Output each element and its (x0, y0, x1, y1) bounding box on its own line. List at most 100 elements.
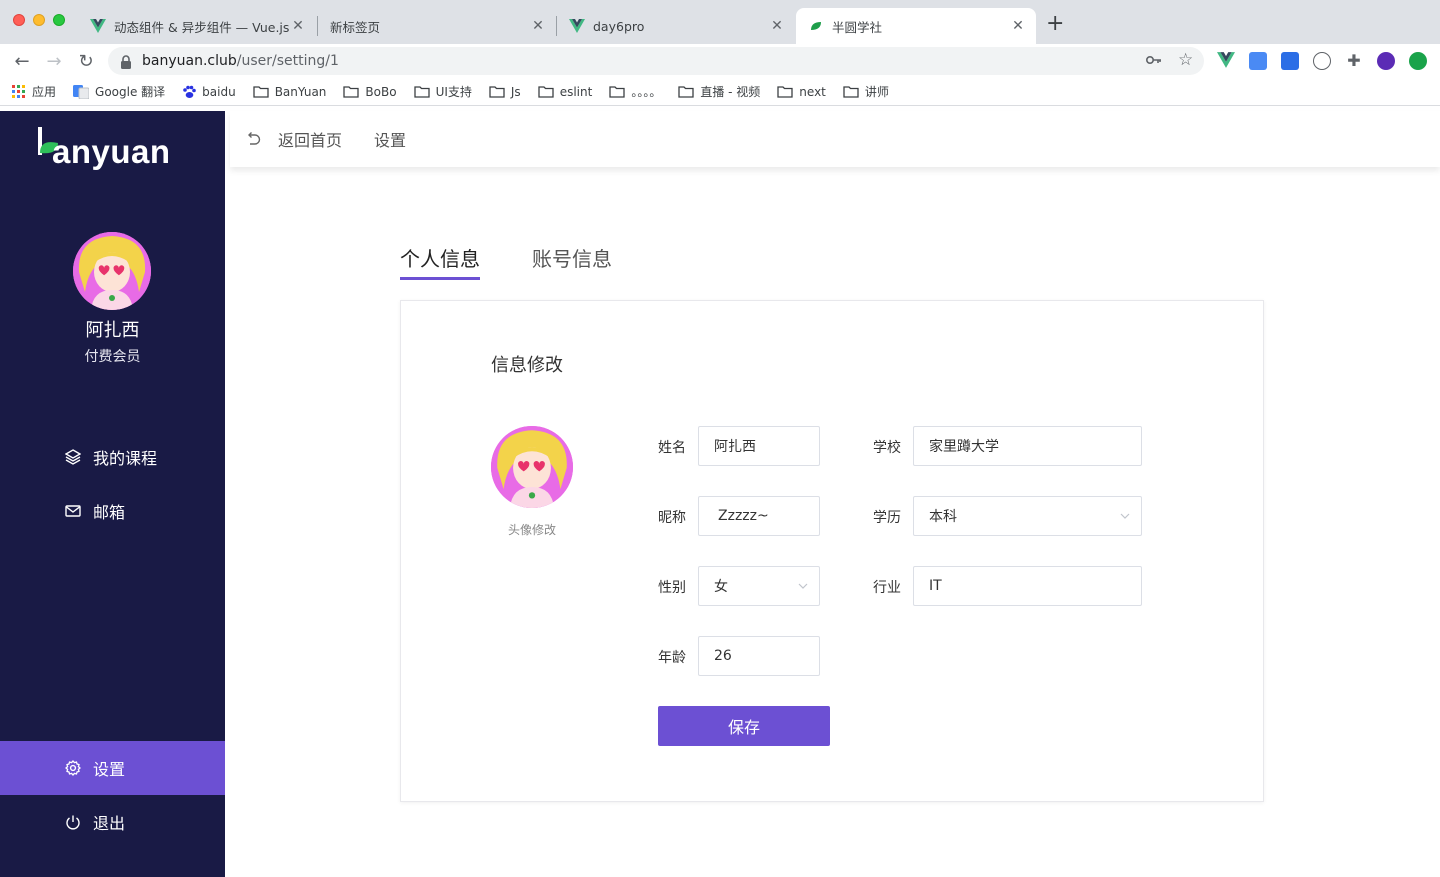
close-icon[interactable]: ✕ (290, 18, 306, 34)
profile-avatar-icon[interactable] (1377, 52, 1395, 70)
baidu-paw-icon (182, 85, 196, 99)
bookmark-label: 讲师 (864, 85, 889, 99)
browser-tab-day6pro[interactable]: day6pro ✕ (557, 8, 795, 44)
age-input[interactable]: 26 (698, 636, 820, 676)
save-button[interactable]: 保存 (658, 706, 830, 746)
bookmark-label: Google 翻译 (95, 85, 166, 99)
folder-icon (413, 85, 430, 98)
school-label: 学校 (873, 440, 901, 456)
education-select[interactable]: 本科 (913, 496, 1142, 536)
puzzle-extensions-icon[interactable]: ✚ (1345, 52, 1363, 70)
settings-tabs: 个人信息 账号信息 (400, 243, 664, 280)
vue-devtools-icon[interactable] (1217, 52, 1235, 70)
bookmark-folder[interactable]: eslint (538, 85, 592, 99)
bookmark-apps[interactable]: 应用 (12, 83, 56, 100)
sidebar-item-my-courses[interactable]: 我的课程 (0, 430, 225, 484)
browser-tab-banyuan[interactable]: 半圆学社 ✕ (796, 8, 1036, 44)
bookmark-folder[interactable]: next (777, 85, 826, 99)
folder-icon (343, 85, 360, 98)
bookmark-folder[interactable]: 。。。。 (609, 83, 661, 100)
logo-text: anyuan (52, 133, 171, 170)
bookmark-label: next (799, 84, 826, 99)
layers-icon (65, 449, 81, 465)
forward-arrow-icon[interactable]: → (42, 49, 66, 73)
page-topbar: 返回首页 设置 (230, 111, 1440, 167)
code-extension-icon[interactable] (1313, 52, 1331, 70)
bookmark-folder[interactable]: UI支持 (413, 83, 472, 100)
name-label: 姓名 (658, 440, 686, 456)
avatar[interactable] (73, 232, 151, 310)
back-home-link[interactable]: 返回首页 (278, 127, 342, 151)
folder-icon (538, 85, 554, 98)
industry-value: IT (929, 578, 942, 594)
bookmark-google-translate[interactable]: Google 翻译 (73, 83, 165, 100)
industry-label: 行业 (873, 580, 901, 596)
bookmark-baidu[interactable]: baidu (182, 85, 236, 99)
sidebar-item-label: 设置 (93, 760, 126, 779)
school-input[interactable]: 家里蹲大学 (913, 426, 1142, 466)
bookmark-folder[interactable]: BoBo (343, 84, 397, 99)
google-translate-icon (73, 84, 90, 99)
browser-tab-vue-docs[interactable]: 动态组件 & 异步组件 — Vue.js ✕ (78, 8, 316, 44)
url-text: banyuan.club/user/setting/1 (142, 53, 339, 69)
close-icon[interactable]: ✕ (530, 18, 546, 34)
vue-icon (569, 18, 585, 34)
nickname-input[interactable]: Zzzzz~ (698, 496, 820, 536)
name-input[interactable]: 阿扎西 (698, 426, 820, 466)
bookmark-folder[interactable]: 讲师 (843, 83, 889, 100)
banyuan-logo[interactable]: anyuan (38, 125, 198, 173)
nickname-label: 昵称 (658, 510, 686, 526)
browser-tab-new-tab[interactable]: 新标签页 ✕ (318, 8, 556, 44)
window-minimize-button[interactable] (33, 14, 45, 26)
gender-select[interactable]: 女 (698, 566, 820, 606)
close-icon[interactable]: ✕ (769, 18, 785, 34)
chevron-down-icon (797, 580, 809, 592)
reload-icon[interactable]: ↻ (74, 49, 98, 73)
avatar-edit-caption[interactable]: 头像修改 (491, 521, 573, 538)
url-host: banyuan.club (142, 53, 237, 69)
bookmark-label: 。。。。 (631, 85, 662, 99)
url-path: /user/setting/1 (236, 53, 339, 69)
main-content: 返回首页 设置 个人信息 账号信息 信息修改 头像修改 姓名 阿扎西 昵称 Zz… (225, 111, 1440, 877)
tab-title: 新标签页 (330, 19, 381, 35)
address-bar[interactable]: banyuan.club/user/setting/1 ☆ (108, 47, 1204, 75)
bookmark-label: Js (510, 84, 521, 99)
pocket-extension-icon[interactable] (1281, 52, 1299, 70)
sidebar-item-logout[interactable]: 退出 (0, 795, 225, 849)
update-icon[interactable] (1409, 52, 1427, 70)
banyuan-leaf-icon (808, 18, 824, 34)
bookmark-label: BoBo (365, 84, 397, 99)
translate-extension-icon[interactable] (1249, 52, 1267, 70)
tab-personal-info[interactable]: 个人信息 (400, 243, 480, 280)
window-zoom-button[interactable] (53, 14, 65, 26)
bookmark-folder[interactable]: Js (489, 85, 521, 99)
sidebar: anyuan 阿扎西 付费会员 我的课程 邮箱 设置 退出 (0, 111, 225, 877)
sidebar-item-settings[interactable]: 设置 (0, 741, 225, 795)
mail-icon (65, 503, 81, 519)
tab-account-info[interactable]: 账号信息 (532, 243, 612, 278)
window-close-button[interactable] (13, 14, 25, 26)
new-tab-button[interactable]: + (1046, 13, 1064, 35)
bookmark-label: 直播 - 视频 (700, 85, 761, 99)
back-arrow-icon[interactable]: ← (10, 49, 34, 73)
folder-icon (489, 85, 505, 98)
close-icon[interactable]: ✕ (1010, 18, 1026, 34)
sidebar-item-mail[interactable]: 邮箱 (0, 484, 225, 538)
folder-icon (609, 85, 625, 98)
star-icon[interactable]: ☆ (1178, 50, 1193, 70)
age-label: 年龄 (658, 650, 686, 666)
bookmark-folder[interactable]: 直播 - 视频 (678, 83, 760, 100)
avatar-upload[interactable] (491, 426, 573, 508)
folder-icon (253, 85, 269, 98)
breadcrumb-current: 设置 (374, 131, 407, 150)
key-icon[interactable] (1145, 53, 1162, 69)
folder-icon (678, 85, 694, 98)
undo-back-icon[interactable] (244, 130, 262, 148)
bookmark-label: UI支持 (435, 85, 472, 99)
age-value: 26 (714, 648, 732, 664)
bookmark-folder[interactable]: BanYuan (253, 85, 326, 99)
industry-input[interactable]: IT (913, 566, 1142, 606)
card-title: 信息修改 (491, 355, 563, 376)
apps-grid-icon (12, 84, 26, 99)
gear-icon (65, 760, 81, 776)
